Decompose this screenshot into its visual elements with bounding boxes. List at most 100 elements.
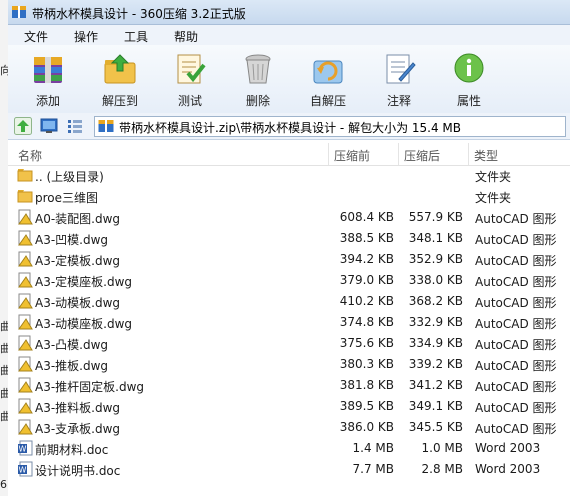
file-compressed-size: 332.9 KB <box>408 315 463 329</box>
file-type: AutoCAD 图形 <box>475 254 557 268</box>
extract-to-icon <box>104 54 136 84</box>
self-extract-icon <box>313 60 343 84</box>
add-archive-icon <box>34 57 62 83</box>
file-row[interactable]: A3-推杆固定板.dwg 381.8 KB 341.2 KB AutoCAD 图… <box>8 375 570 396</box>
file-row[interactable]: A3-凸模.dwg 375.6 KB 334.9 KB AutoCAD 图形 <box>8 333 570 354</box>
delete-label: 删除 <box>245 94 270 108</box>
self-extract-button[interactable]: 自解压 <box>298 49 358 109</box>
file-name: A3-推杆固定板.dwg <box>35 380 145 394</box>
file-list-header: 名称 压缩前 压缩后 类型 <box>8 143 570 166</box>
file-row[interactable]: A3-定模板.dwg 394.2 KB 352.9 KB AutoCAD 图形 <box>8 249 570 270</box>
file-compressed-size: 368.2 KB <box>408 294 463 308</box>
file-size: 1.4 MB <box>352 441 394 455</box>
file-size: 388.5 KB <box>339 231 394 245</box>
file-type: AutoCAD 图形 <box>475 233 557 247</box>
menu-file[interactable]: 文件 <box>24 28 48 45</box>
menu-help[interactable]: 帮助 <box>174 28 198 45</box>
file-compressed-size: 352.9 KB <box>408 252 463 266</box>
column-divider[interactable] <box>468 143 469 165</box>
file-size: 381.8 KB <box>339 378 394 392</box>
file-row[interactable]: A3-推料板.dwg 389.5 KB 349.1 KB AutoCAD 图形 <box>8 396 570 417</box>
file-compressed-size: 339.2 KB <box>408 357 463 371</box>
properties-button[interactable]: 属性 <box>439 49 499 109</box>
extract-to-label: 解压到 <box>101 94 138 108</box>
folder-icon <box>17 169 33 182</box>
menu-operate[interactable]: 操作 <box>74 28 98 45</box>
autocad-file-icon <box>18 398 33 414</box>
file-row[interactable]: A3-支承板.dwg 386.0 KB 345.5 KB AutoCAD 图形 <box>8 417 570 438</box>
file-row[interactable]: W 设计说明书.doc 7.7 MB 2.8 MB Word 2003 <box>8 459 570 480</box>
file-size: 386.0 KB <box>339 420 394 434</box>
zip-archive-icon <box>98 120 114 132</box>
file-row[interactable]: A3-凹模.dwg 388.5 KB 348.1 KB AutoCAD 图形 <box>8 228 570 249</box>
file-name: 前期材料.doc <box>35 443 109 457</box>
word-doc-icon: W <box>18 440 33 456</box>
file-row[interactable]: .. (上级目录) 文件夹 <box>8 165 570 186</box>
folder-icon <box>17 190 33 203</box>
test-icon <box>177 54 206 84</box>
file-row[interactable]: A3-定模座板.dwg 379.0 KB 338.0 KB AutoCAD 图形 <box>8 270 570 291</box>
file-compressed-size: 2.8 MB <box>421 462 463 476</box>
file-row[interactable]: A0-装配图.dwg 608.4 KB 557.9 KB AutoCAD 图形 <box>8 207 570 228</box>
file-name: A3-推料板.dwg <box>35 401 121 415</box>
file-name: A3-凸模.dwg <box>35 338 109 352</box>
autocad-file-icon <box>18 377 33 393</box>
file-type: 文件夹 <box>475 170 512 184</box>
autocad-file-icon <box>18 209 33 225</box>
path-text: 带柄水杯模具设计.zip\带柄水杯模具设计 - 解包大小为 15.4 MB <box>119 121 462 135</box>
svg-text:W: W <box>19 466 27 475</box>
autocad-file-icon <box>18 230 33 246</box>
path-field[interactable]: 带柄水杯模具设计.zip\带柄水杯模具设计 - 解包大小为 15.4 MB <box>94 116 566 137</box>
column-name[interactable]: 名称 <box>18 147 42 164</box>
file-row[interactable]: proe三维图 文件夹 <box>8 186 570 207</box>
file-row[interactable]: A3-动模板.dwg 410.2 KB 368.2 KB AutoCAD 图形 <box>8 291 570 312</box>
list-view-icon[interactable] <box>66 117 84 135</box>
extract-to-button[interactable]: 解压到 <box>90 49 150 109</box>
file-name: A3-动模座板.dwg <box>35 317 133 331</box>
column-divider[interactable] <box>328 143 329 165</box>
desktop-view-icon[interactable] <box>40 117 58 135</box>
file-compressed-size: 348.1 KB <box>408 231 463 245</box>
file-type: AutoCAD 图形 <box>475 422 557 436</box>
file-compressed-size: 338.0 KB <box>408 273 463 287</box>
file-compressed-size: 349.1 KB <box>408 399 463 413</box>
column-divider[interactable] <box>398 143 399 165</box>
file-row[interactable]: A3-推板.dwg 380.3 KB 339.2 KB AutoCAD 图形 <box>8 354 570 375</box>
comment-label: 注释 <box>386 94 411 108</box>
autocad-file-icon <box>18 272 33 288</box>
column-size[interactable]: 压缩前 <box>334 147 370 164</box>
archive-app-icon <box>12 6 26 18</box>
file-name: .. (上级目录) <box>35 170 104 184</box>
properties-label: 属性 <box>456 94 481 108</box>
menu-tools[interactable]: 工具 <box>124 28 148 45</box>
toolbar: 添加 解压到 测试 删除 自解压 注释 属性 <box>8 45 570 114</box>
file-name: A0-装配图.dwg <box>35 212 121 226</box>
autocad-file-icon <box>18 251 33 267</box>
column-compressed-size[interactable]: 压缩后 <box>404 147 440 164</box>
autocad-file-icon <box>18 314 33 330</box>
comment-button[interactable]: 注释 <box>369 49 429 109</box>
archive-window: 带柄水杯模具设计 - 360压缩 3.2正式版 文件 操作 工具 帮助 添加 解… <box>8 0 570 496</box>
file-compressed-size: 334.9 KB <box>408 336 463 350</box>
file-size: 608.4 KB <box>339 210 394 224</box>
autocad-file-icon <box>18 356 33 372</box>
file-size: 7.7 MB <box>352 462 394 476</box>
file-row[interactable]: W 前期材料.doc 1.4 MB 1.0 MB Word 2003 <box>8 438 570 459</box>
file-compressed-size: 1.0 MB <box>421 441 463 455</box>
address-bar: 带柄水杯模具设计.zip\带柄水杯模具设计 - 解包大小为 15.4 MB <box>8 113 570 140</box>
column-type[interactable]: 类型 <box>474 147 498 164</box>
test-button[interactable]: 测试 <box>160 49 220 109</box>
file-name: A3-推板.dwg <box>35 359 109 373</box>
add-button[interactable]: 添加 <box>18 49 78 109</box>
autocad-file-icon <box>18 293 33 309</box>
delete-button[interactable]: 删除 <box>228 49 288 109</box>
title-bar[interactable]: 带柄水杯模具设计 - 360压缩 3.2正式版 <box>8 0 570 25</box>
file-row[interactable]: A3-动模座板.dwg 374.8 KB 332.9 KB AutoCAD 图形 <box>8 312 570 333</box>
file-type: AutoCAD 图形 <box>475 338 557 352</box>
comment-icon <box>386 54 416 84</box>
file-name: A3-凹模.dwg <box>35 233 109 247</box>
up-arrow-icon[interactable] <box>14 117 32 135</box>
file-compressed-size: 345.5 KB <box>408 420 463 434</box>
add-label: 添加 <box>35 94 60 108</box>
file-name: A3-动模板.dwg <box>35 296 121 310</box>
